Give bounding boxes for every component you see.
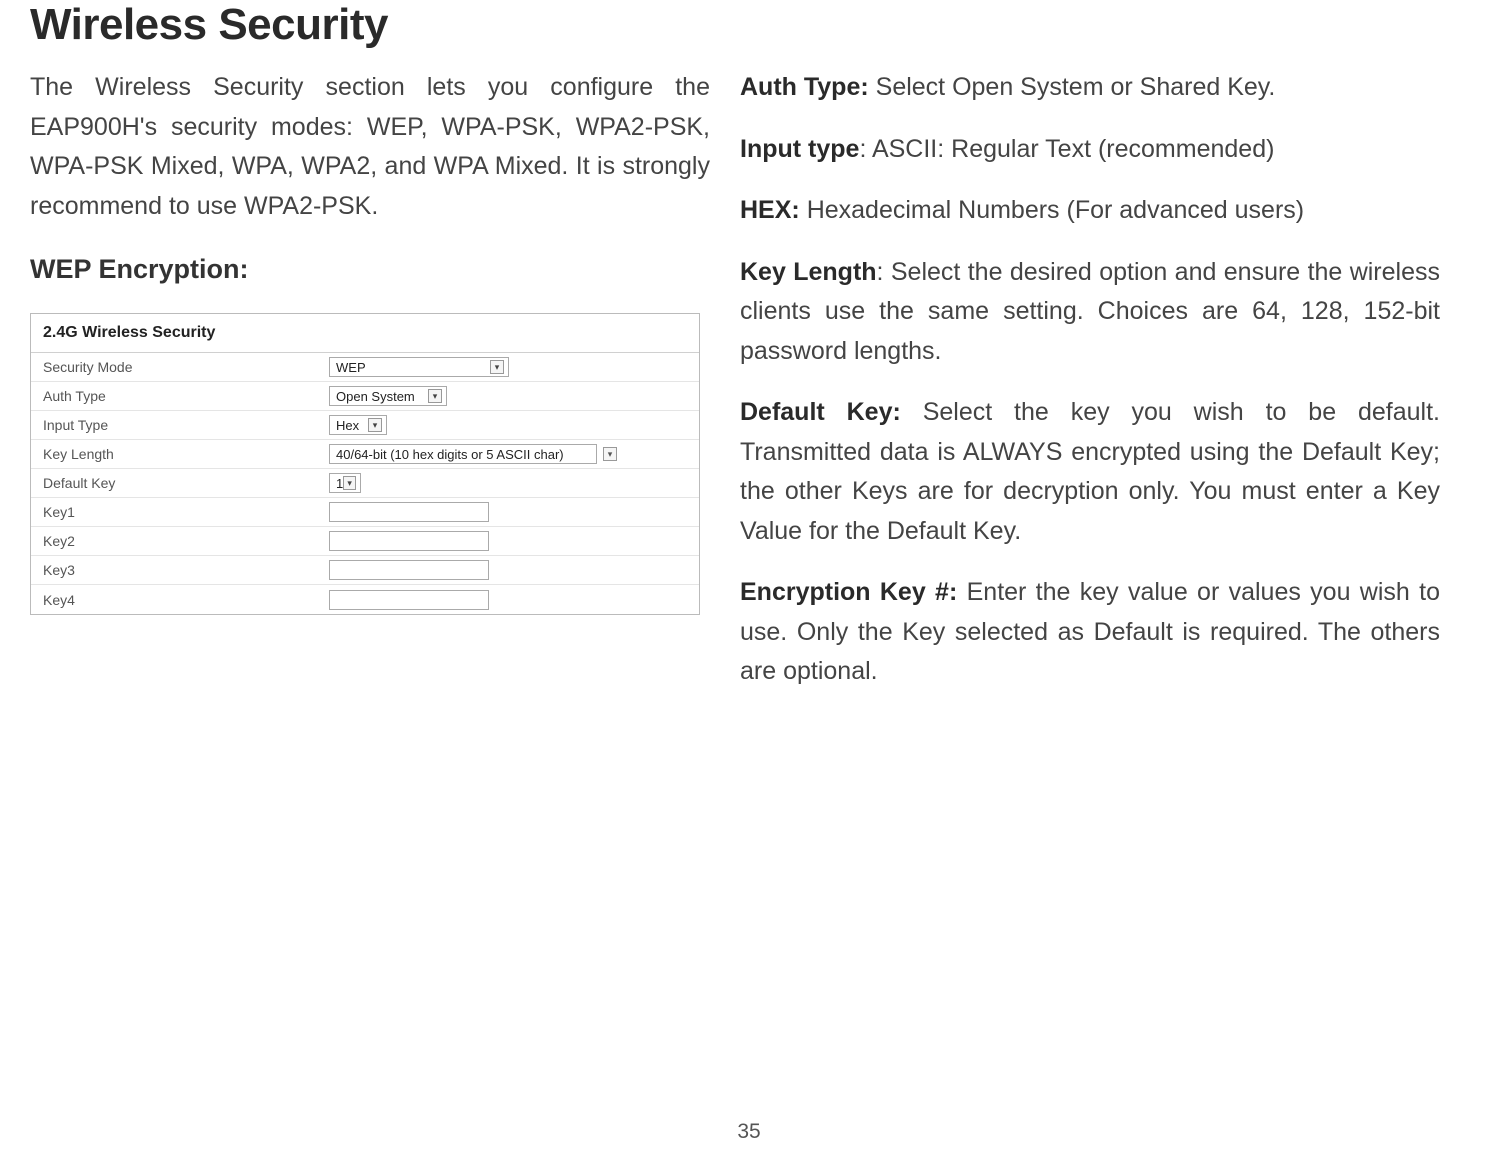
row-key4: Key4 xyxy=(31,585,699,614)
row-key3: Key3 xyxy=(31,556,699,585)
security-mode-select[interactable]: WEP ▾ xyxy=(329,357,509,377)
para-input-type: Input type: ASCII: Regular Text (recomme… xyxy=(740,130,1440,170)
auth-type-select[interactable]: Open System ▾ xyxy=(329,386,447,406)
bold-auth-type: Auth Type: xyxy=(740,73,876,101)
row-default-key: Default Key 1 ▾ xyxy=(31,469,699,498)
intro-paragraph: The Wireless Security section lets you c… xyxy=(30,68,710,226)
row-auth-type: Auth Type Open System ▾ xyxy=(31,382,699,411)
key1-input[interactable] xyxy=(329,502,489,522)
bold-encryption-key: Encryption Key #: xyxy=(740,578,967,606)
label-default-key: Default Key xyxy=(31,475,329,491)
wep-settings-panel: 2.4G Wireless Security Security Mode WEP… xyxy=(30,313,700,615)
row-security-mode: Security Mode WEP ▾ xyxy=(31,353,699,382)
default-key-select[interactable]: 1 ▾ xyxy=(329,473,361,493)
page-title: Wireless Security xyxy=(30,0,1468,50)
label-key-length: Key Length xyxy=(31,446,329,462)
para-hex: HEX: Hexadecimal Numbers (For advanced u… xyxy=(740,191,1440,231)
chevron-down-icon: ▾ xyxy=(343,476,356,490)
row-key1: Key1 xyxy=(31,498,699,527)
para-key-length: Key Length: Select the desired option an… xyxy=(740,253,1440,372)
label-key1: Key1 xyxy=(31,504,329,520)
security-mode-value: WEP xyxy=(336,360,366,375)
chevron-down-icon: ▾ xyxy=(368,418,382,432)
chevron-down-icon: ▾ xyxy=(490,360,504,374)
right-column: Auth Type: Select Open System or Shared … xyxy=(740,68,1440,714)
key-length-select[interactable]: 40/64-bit (10 hex digits or 5 ASCII char… xyxy=(329,444,597,464)
chevron-down-icon: ▾ xyxy=(428,389,442,403)
para-default-key: Default Key: Select the key you wish to … xyxy=(740,393,1440,551)
para-auth-type: Auth Type: Select Open System or Shared … xyxy=(740,68,1440,108)
text-hex: Hexadecimal Numbers (For advanced users) xyxy=(807,196,1304,224)
page-number: 35 xyxy=(737,1120,760,1144)
text-auth-type: Select Open System or Shared Key. xyxy=(876,73,1276,101)
label-key2: Key2 xyxy=(31,533,329,549)
input-type-select[interactable]: Hex ▾ xyxy=(329,415,387,435)
panel-title: 2.4G Wireless Security xyxy=(31,314,699,353)
wep-subheading: WEP Encryption: xyxy=(30,254,710,285)
chevron-down-icon: ▾ xyxy=(603,447,617,461)
key2-input[interactable] xyxy=(329,531,489,551)
content-columns: The Wireless Security section lets you c… xyxy=(30,68,1468,714)
key3-input[interactable] xyxy=(329,560,489,580)
label-auth-type: Auth Type xyxy=(31,388,329,404)
row-key2: Key2 xyxy=(31,527,699,556)
key4-input[interactable] xyxy=(329,590,489,610)
bold-key-length: Key Length xyxy=(740,258,877,286)
bold-default-key: Default Key: xyxy=(740,398,923,426)
default-key-value: 1 xyxy=(336,476,343,491)
label-key3: Key3 xyxy=(31,562,329,578)
label-security-mode: Security Mode xyxy=(31,359,329,375)
input-type-value: Hex xyxy=(336,418,359,433)
row-key-length: Key Length 40/64-bit (10 hex digits or 5… xyxy=(31,440,699,469)
label-input-type: Input Type xyxy=(31,417,329,433)
bold-hex: HEX: xyxy=(740,196,807,224)
para-encryption-key: Encryption Key #: Enter the key value or… xyxy=(740,573,1440,692)
label-key4: Key4 xyxy=(31,592,329,608)
auth-type-value: Open System xyxy=(336,389,415,404)
left-column: The Wireless Security section lets you c… xyxy=(30,68,710,714)
key-length-value: 40/64-bit (10 hex digits or 5 ASCII char… xyxy=(336,447,564,462)
text-input-type: : ASCII: Regular Text (recommended) xyxy=(859,135,1274,163)
bold-input-type: Input type xyxy=(740,135,859,163)
row-input-type: Input Type Hex ▾ xyxy=(31,411,699,440)
